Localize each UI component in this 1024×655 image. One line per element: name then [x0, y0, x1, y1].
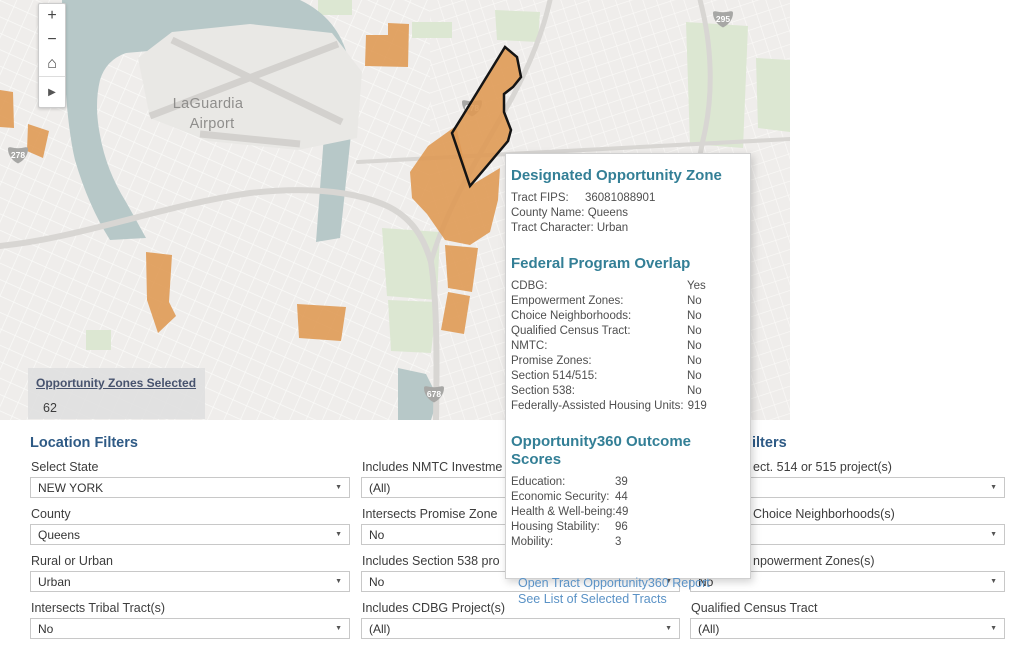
- opportunity-zone-dashboard: 678 278 295 678 L: [0, 0, 1024, 655]
- dropdown-value: (All): [691, 622, 719, 636]
- row-value: 96: [615, 520, 628, 535]
- filter-label-cdbg: Includes CDBG Project(s): [362, 601, 505, 615]
- county-name: County Name: Queens: [511, 206, 742, 221]
- program-filters-header-fragment: ilters: [752, 435, 787, 451]
- selected-zones-panel: Opportunity Zones Selected 62: [28, 368, 205, 419]
- select-state-dropdown[interactable]: NEW YORK ▼: [30, 477, 350, 498]
- svg-text:678: 678: [427, 389, 441, 399]
- tooltip-title: Designated Opportunity Zone: [511, 167, 742, 185]
- filter-label-tribal-tract: Intersects Tribal Tract(s): [31, 601, 165, 615]
- row-label: Economic Security:: [511, 490, 615, 505]
- chevron-down-icon: ▼: [335, 625, 342, 632]
- filter-label-sect-514-515: ect. 514 or 515 project(s): [753, 460, 892, 474]
- tract-tooltip: Designated Opportunity Zone Tract FIPS: …: [505, 153, 751, 579]
- tract-character: Tract Character: Urban: [511, 221, 742, 236]
- row-label: Promise Zones:: [511, 354, 687, 369]
- row-value: No: [687, 384, 702, 399]
- chevron-down-icon: ▼: [990, 531, 997, 538]
- chevron-down-icon: ▼: [335, 484, 342, 491]
- row-label: Education:: [511, 475, 615, 490]
- filter-label-promise-zone: Intersects Promise Zone: [362, 507, 497, 521]
- chevron-down-icon: ▼: [990, 484, 997, 491]
- map-toolbar: + − ⌂ ▶: [38, 3, 66, 108]
- row-value: Yes: [687, 279, 706, 294]
- dropdown-value: No: [362, 528, 384, 542]
- row-value: No: [687, 369, 702, 384]
- dropdown-value: NEW YORK: [31, 481, 103, 495]
- row-label: Section 538:: [511, 384, 687, 399]
- filter-label-county: County: [31, 507, 71, 521]
- row-label: Health & Well-being:: [511, 505, 616, 520]
- location-filters-header: Location Filters: [30, 435, 138, 451]
- row-value: 3: [615, 535, 621, 550]
- filter-label-choice-neighborhoods: Choice Neighborhoods(s): [753, 507, 895, 521]
- svg-text:295: 295: [716, 14, 730, 24]
- see-selected-tracts-link[interactable]: See List of Selected Tracts: [518, 591, 742, 607]
- row-value: No: [687, 324, 702, 339]
- svg-text:278: 278: [11, 150, 25, 160]
- tribal-tract-dropdown[interactable]: No ▼: [30, 618, 350, 639]
- selected-zones-count: 62: [43, 401, 205, 415]
- row-label: CDBG:: [511, 279, 687, 294]
- home-button[interactable]: ⌂: [39, 52, 65, 76]
- svg-text:Airport: Airport: [190, 116, 235, 132]
- row-label: Qualified Census Tract:: [511, 324, 687, 339]
- dropdown-value: Queens: [31, 528, 80, 542]
- row-value: 919: [688, 399, 707, 414]
- row-label: NMTC:: [511, 339, 687, 354]
- opportunity-zone[interactable]: [0, 90, 14, 128]
- cdbg-project-dropdown[interactable]: (All) ▼: [361, 618, 680, 639]
- row-value: No: [687, 294, 702, 309]
- row-label: Mobility:: [511, 535, 615, 550]
- rural-urban-dropdown[interactable]: Urban ▼: [30, 571, 350, 592]
- row-value: 39: [615, 475, 628, 490]
- row-value: 49: [616, 505, 629, 520]
- chevron-down-icon: ▼: [990, 625, 997, 632]
- svg-text:LaGuardia: LaGuardia: [173, 96, 244, 112]
- open-tract-report-link[interactable]: Open Tract Opportunity360 Report: [518, 575, 742, 591]
- tract-info-section: Tract FIPS: 36081088901 County Name: Que…: [511, 191, 742, 236]
- row-label: Section 514/515:: [511, 369, 687, 384]
- federal-overlap-title: Federal Program Overlap: [511, 255, 742, 273]
- federal-overlap-section: CDBG:Yes Empowerment Zones:No Choice Nei…: [511, 279, 742, 414]
- filter-label-select-state: Select State: [31, 460, 98, 474]
- zoom-in-button[interactable]: +: [39, 4, 65, 28]
- filter-label-empowerment-zones: npowerment Zones(s): [753, 554, 875, 568]
- tooltip-links: Open Tract Opportunity360 Report See Lis…: [518, 575, 742, 607]
- dropdown-value: (All): [362, 622, 390, 636]
- tract-fips-label: Tract FIPS:: [511, 191, 585, 206]
- county-dropdown[interactable]: Queens ▼: [30, 524, 350, 545]
- filter-label-nmtc: Includes NMTC Investme: [362, 460, 502, 474]
- outcome-scores-title: Opportunity360 Outcome Scores: [511, 433, 742, 469]
- opportunity-zone[interactable]: [297, 304, 346, 341]
- chevron-down-icon: ▼: [665, 625, 672, 632]
- chevron-down-icon: ▼: [990, 578, 997, 585]
- chevron-down-icon: ▼: [335, 531, 342, 538]
- row-label: Federally-Assisted Housing Units:: [511, 399, 684, 414]
- zoom-out-button[interactable]: −: [39, 28, 65, 52]
- outcome-scores-section: Education:39 Economic Security:44 Health…: [511, 475, 742, 550]
- qualified-census-tract-dropdown[interactable]: (All) ▼: [690, 618, 1005, 639]
- dropdown-value: Urban: [31, 575, 71, 589]
- filter-label-section-538: Includes Section 538 pro: [362, 554, 500, 568]
- row-value: No: [687, 354, 702, 369]
- opportunity-zones-selected-link[interactable]: Opportunity Zones Selected: [36, 376, 196, 390]
- row-label: Empowerment Zones:: [511, 294, 687, 309]
- chevron-down-icon: ▼: [335, 578, 342, 585]
- dropdown-value: (All): [362, 481, 390, 495]
- row-label: Choice Neighborhoods:: [511, 309, 687, 324]
- row-value: 44: [615, 490, 628, 505]
- expand-tools-button[interactable]: ▶: [39, 76, 65, 107]
- row-label: Housing Stability:: [511, 520, 615, 535]
- tract-fips-value: 36081088901: [585, 191, 655, 206]
- row-value: No: [687, 309, 702, 324]
- dropdown-value: No: [362, 575, 384, 589]
- filter-label-rural-urban: Rural or Urban: [31, 554, 113, 568]
- dropdown-value: No: [31, 622, 53, 636]
- row-value: No: [687, 339, 702, 354]
